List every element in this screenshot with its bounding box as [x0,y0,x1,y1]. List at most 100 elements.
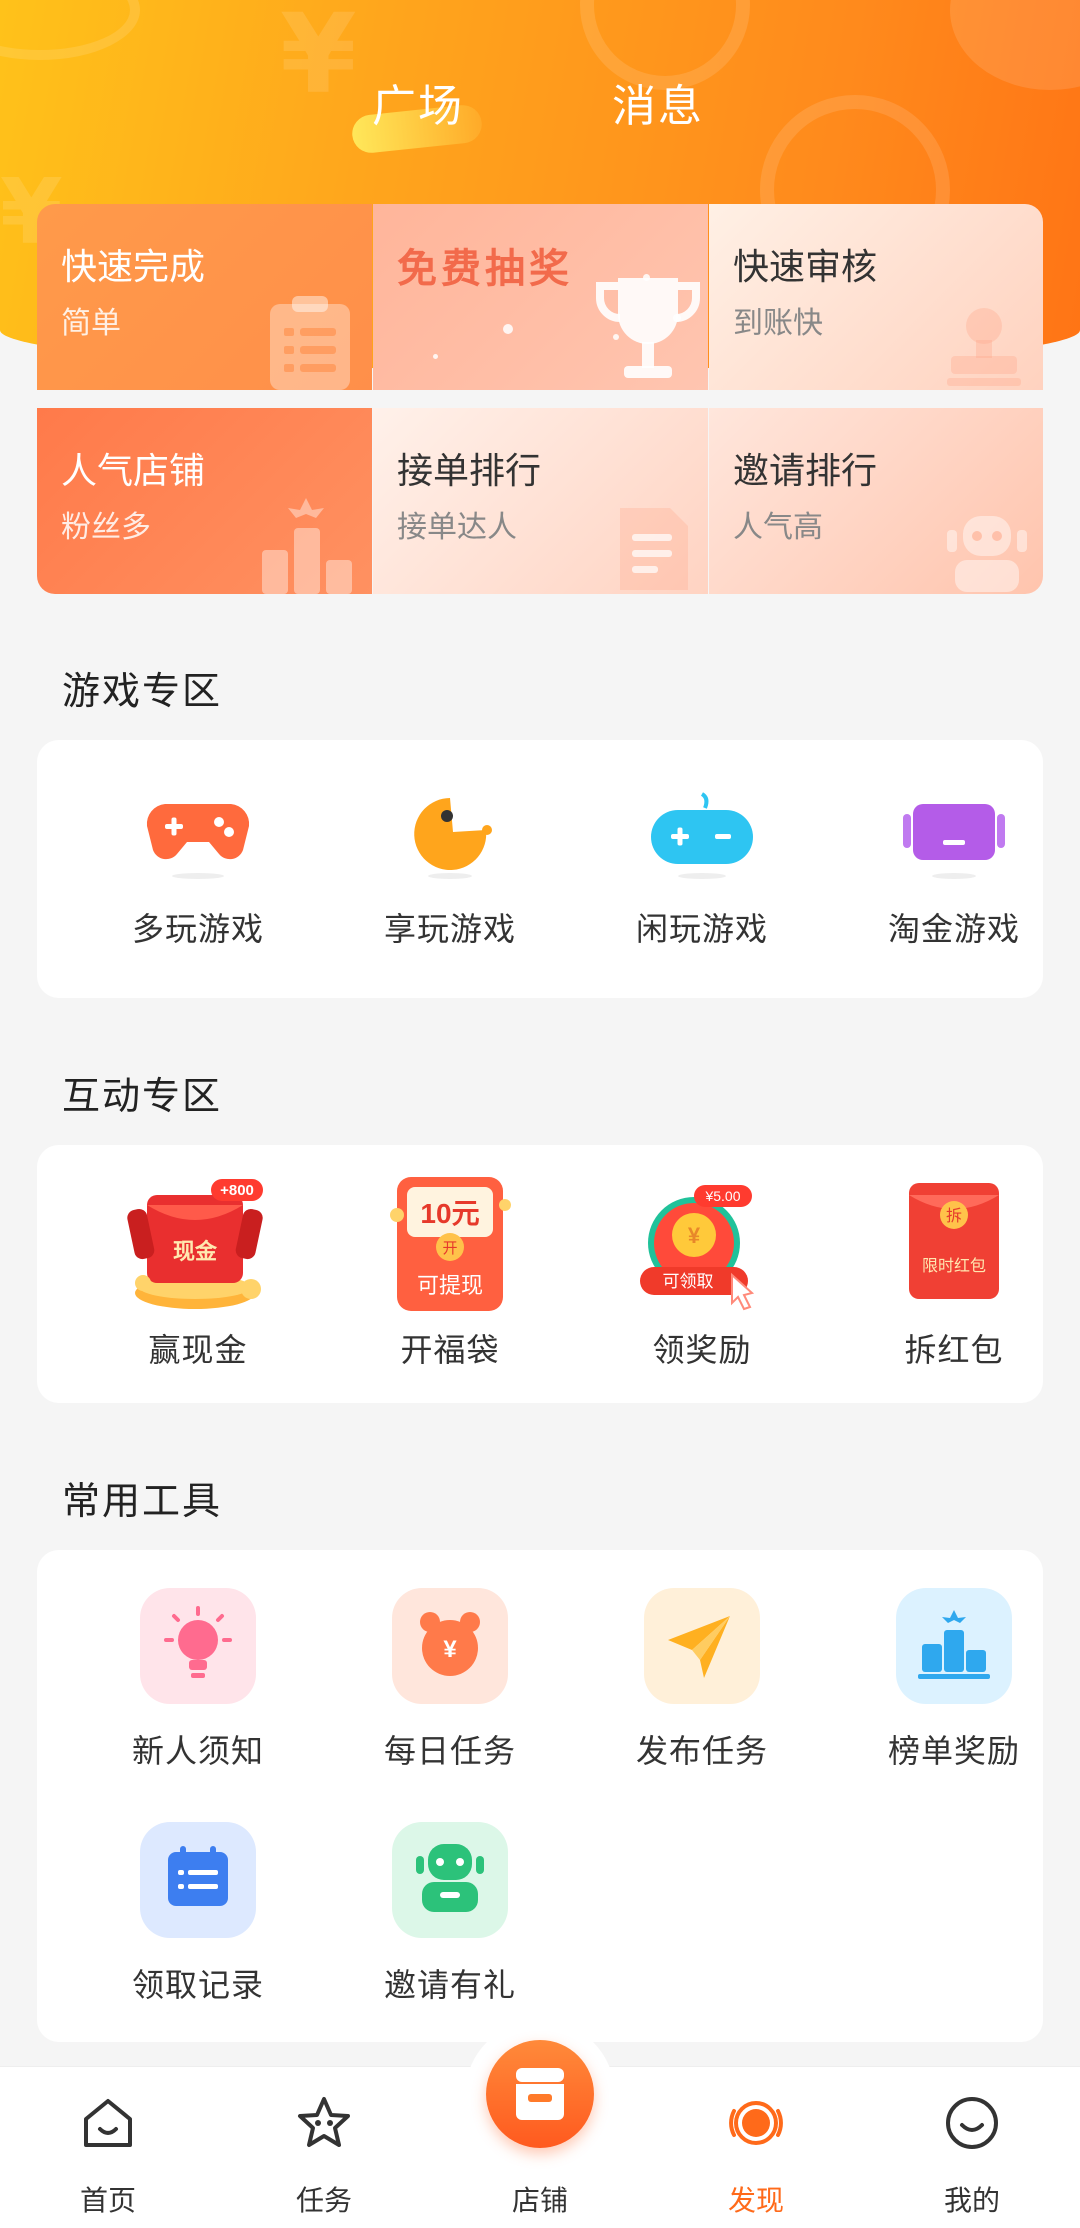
lucky-bag-withdraw: 可提现 [417,1274,483,1299]
interactive-item-lucky-bag[interactable]: 10元 开 可提现 开福袋 [325,1175,575,1385]
tool-item-label: 领取记录 [131,1966,264,2004]
game-item-label: 闲玩游戏 [635,910,768,948]
feature-order-ranking[interactable]: 接单排行 接单达人 [373,408,708,594]
reward-claim-text: 可领取 [663,1272,714,1292]
tab-messages[interactable]: 消息 [612,70,704,134]
section-title-games: 游戏专区 [62,669,223,713]
clipboard-list-icon [270,296,350,390]
interactive-card: +800 现金 赢现金 10元 开 可提现 开福袋 ¥ ¥5.00 可领取 领奖… [37,1145,1043,1403]
red-packet-open: 拆 [946,1206,962,1225]
pacman-icon [414,798,492,879]
feature-popular-stores[interactable]: 人气店铺 粉丝多 [37,408,372,594]
calendar-list-icon [140,1822,256,1938]
interactive-item-reward[interactable]: ¥ ¥5.00 可领取 领奖励 [577,1175,827,1385]
feature-quick-complete[interactable]: 快速完成 简单 [37,204,372,390]
red-packet-text: 限时红包 [922,1256,986,1275]
paper-plane-icon [644,1588,760,1704]
feature-title: 人气店铺 [61,451,206,492]
interactive-item-label: 开福袋 [400,1331,500,1369]
lucky-bag-amount: 10元 [420,1198,479,1229]
gamepad-icon [146,804,250,879]
game-item-xiangwan[interactable]: 享玩游戏 [325,790,575,980]
section-title-interactive: 互动专区 [62,1074,223,1118]
stamp-icon [947,308,1021,386]
feature-subtitle: 简单 [61,306,121,341]
section-title-tools: 常用工具 [62,1479,223,1523]
tools-card: 新人须知 ¥ 每日任务 发布任务 榜单奖励 领取记录 邀请有礼 [37,1550,1043,2042]
invite-robot-icon [392,1822,508,1938]
nav-label: 发现 [727,2184,784,2217]
nav-home[interactable]: 首页 [0,2067,216,2228]
tool-item-daily-task[interactable]: ¥ 每日任务 [325,1586,575,1776]
tool-item-label: 发布任务 [635,1732,768,1770]
nav-discover[interactable]: 发现 [648,2067,864,2228]
game-item-label: 多玩游戏 [131,910,264,948]
feature-title: 接单排行 [397,451,542,492]
trophy-icon [596,278,700,378]
tool-item-publish-task[interactable]: 发布任务 [577,1586,827,1776]
tool-item-label: 新人须知 [131,1732,264,1770]
tool-item-claim-records[interactable]: 领取记录 [73,1820,323,2010]
nav-label: 首页 [79,2184,136,2217]
feature-quick-review[interactable]: 快速审核 到账快 [709,204,1043,390]
tool-item-label: 每日任务 [383,1732,516,1770]
feature-subtitle: 到账快 [733,306,823,341]
feature-title: 免费抽奖 [397,246,573,292]
top-tabs: 广场 消息 [0,70,1080,155]
reward-coin-icon: ¥ ¥5.00 可领取 [640,1185,755,1311]
tool-item-ranking-reward[interactable]: 榜单奖励 [829,1586,1079,1776]
feature-subtitle: 接单达人 [397,510,517,545]
game-item-label: 享玩游戏 [383,910,516,948]
robot-icon [947,516,1027,592]
store-button[interactable] [486,2040,594,2148]
podium-icon [262,498,352,594]
tool-item-newbie-guide[interactable]: 新人须知 [73,1586,323,1776]
profile-icon [946,2097,998,2149]
store-icon [516,2068,564,2120]
interactive-item-label: 赢现金 [148,1331,248,1369]
nav-label: 我的 [943,2184,1000,2217]
interactive-item-win-cash[interactable]: +800 现金 赢现金 [73,1175,323,1385]
feature-title: 快速完成 [61,247,206,288]
lucky-bag-icon: 10元 开 可提现 [390,1177,511,1311]
feature-subtitle: 人气高 [733,510,823,545]
feature-title: 快速审核 [733,247,878,288]
tool-item-label: 榜单奖励 [887,1732,1020,1770]
interactive-item-label: 拆红包 [904,1331,1004,1369]
game-item-label: 淘金游戏 [887,910,1020,948]
lightbulb-icon [140,1588,256,1704]
feature-invite-ranking[interactable]: 邀请排行 人气高 [709,408,1043,594]
star-icon [298,2097,350,2147]
ranking-icon [896,1588,1012,1704]
cash-badge: +800 [220,1182,254,1199]
discover-icon [729,2101,783,2145]
game-item-xianwan[interactable]: 闲玩游戏 [577,790,827,980]
feature-free-lottery[interactable]: 免费抽奖 [373,204,708,390]
handheld-console-icon [903,804,1005,879]
nav-label: 店铺 [511,2184,568,2217]
alarm-clock-icon: ¥ [392,1588,508,1704]
document-icon [620,508,688,590]
nav-profile[interactable]: 我的 [864,2067,1080,2228]
games-card: 多玩游戏 享玩游戏 闲玩游戏 淘金游戏 [37,740,1043,998]
tool-item-invite-gift[interactable]: 邀请有礼 [325,1820,575,2010]
interactive-item-label: 领奖励 [652,1331,752,1369]
feature-grid: 快速完成 简单 免费抽奖 快速审核 到账快 人气店铺 粉丝多 接单排行 接单达人… [37,204,1043,594]
nav-label: 任务 [295,2184,352,2217]
controller-icon [651,792,753,879]
feature-title: 邀请排行 [733,451,878,492]
svg-text:¥: ¥ [688,1223,701,1248]
red-packet-icon: 拆 限时红包 [909,1183,999,1299]
cash-inner-text: 现金 [173,1239,218,1265]
game-item-taojin[interactable]: 淘金游戏 [829,790,1079,980]
cash-redpacket-icon: +800 现金 [127,1179,263,1309]
game-item-duowan[interactable]: 多玩游戏 [73,790,323,980]
nav-tasks[interactable]: 任务 [216,2067,432,2228]
lucky-bag-open: 开 [442,1239,457,1257]
interactive-item-red-packet[interactable]: 拆 限时红包 拆红包 [829,1175,1079,1385]
feature-subtitle: 粉丝多 [61,510,151,545]
tool-item-label: 邀请有礼 [383,1966,516,2004]
home-icon [84,2099,132,2147]
reward-badge: ¥5.00 [704,1188,740,1204]
tab-plaza[interactable]: 广场 [372,70,464,134]
